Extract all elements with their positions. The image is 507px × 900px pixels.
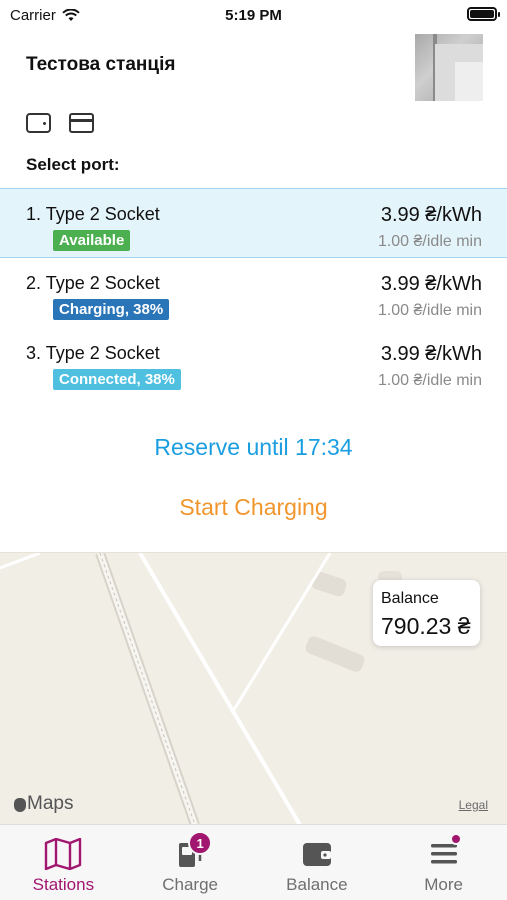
reserve-button[interactable]: Reserve until 17:34 [0, 434, 507, 461]
status-badge: Charging, 38% [53, 299, 170, 320]
tab-charge[interactable]: 1 Charge [127, 825, 254, 900]
port-idle-fee: 1.00 ₴/idle min [377, 233, 482, 250]
tab-stations[interactable]: Stations [0, 825, 127, 900]
port-idle-fee: 1.00 ₴/idle min [377, 302, 482, 319]
tab-label: Balance [286, 875, 348, 894]
select-port-heading: Select port: [26, 155, 120, 174]
port-title: 1. Type 2 Socket [26, 204, 160, 224]
port-price: 3.99 ₴/kWh [380, 204, 482, 226]
clock: 5:19 PM [225, 7, 282, 24]
apple-maps-logo: Maps [14, 793, 73, 815]
balance-value: 790.23 ₴ [381, 613, 471, 639]
wallet-icon [297, 837, 337, 871]
status-badge: Available [53, 230, 131, 251]
port-price: 3.99 ₴/kWh [380, 273, 482, 295]
tab-label: Charge [162, 875, 218, 894]
charge-badge: 1 [188, 831, 213, 855]
payment-methods [26, 113, 94, 133]
notification-dot [449, 833, 462, 845]
start-charging-button[interactable]: Start Charging [0, 494, 507, 521]
legal-link[interactable]: Legal [459, 798, 488, 812]
tab-label: More [424, 875, 463, 894]
port-row-3[interactable]: 3. Type 2 Socket Connected, 38% 3.99 ₴/k… [0, 328, 507, 398]
station-photo[interactable] [415, 34, 483, 101]
map-icon [43, 837, 83, 871]
port-row-2[interactable]: 2. Type 2 Socket Charging, 38% 3.99 ₴/kW… [0, 258, 507, 328]
port-price: 3.99 ₴/kWh [380, 343, 482, 365]
tab-label: Stations [32, 875, 95, 894]
port-title: 3. Type 2 Socket [26, 343, 160, 363]
apple-icon [14, 798, 26, 812]
balance-card[interactable]: Balance 790.23 ₴ [373, 580, 480, 646]
tab-balance[interactable]: Balance [254, 825, 381, 900]
status-bar: Carrier 5:19 PM [0, 0, 507, 30]
wallet-icon [26, 113, 51, 133]
charger-icon: 1 [170, 831, 213, 871]
battery-icon [467, 7, 500, 21]
port-title: 2. Type 2 Socket [26, 273, 160, 293]
port-idle-fee: 1.00 ₴/idle min [377, 372, 482, 389]
credit-card-icon [69, 113, 94, 133]
port-row-1[interactable]: 1. Type 2 Socket Available 3.99 ₴/kWh 1.… [0, 188, 507, 258]
tab-bar: Stations 1 Charge Balance More [0, 824, 507, 900]
balance-label: Balance [381, 590, 439, 607]
maps-logo-text: Maps [27, 793, 74, 814]
menu-icon [424, 833, 464, 871]
status-badge: Connected, 38% [53, 369, 181, 390]
tab-more[interactable]: More [380, 825, 507, 900]
station-name: Тестова станція [26, 54, 176, 75]
